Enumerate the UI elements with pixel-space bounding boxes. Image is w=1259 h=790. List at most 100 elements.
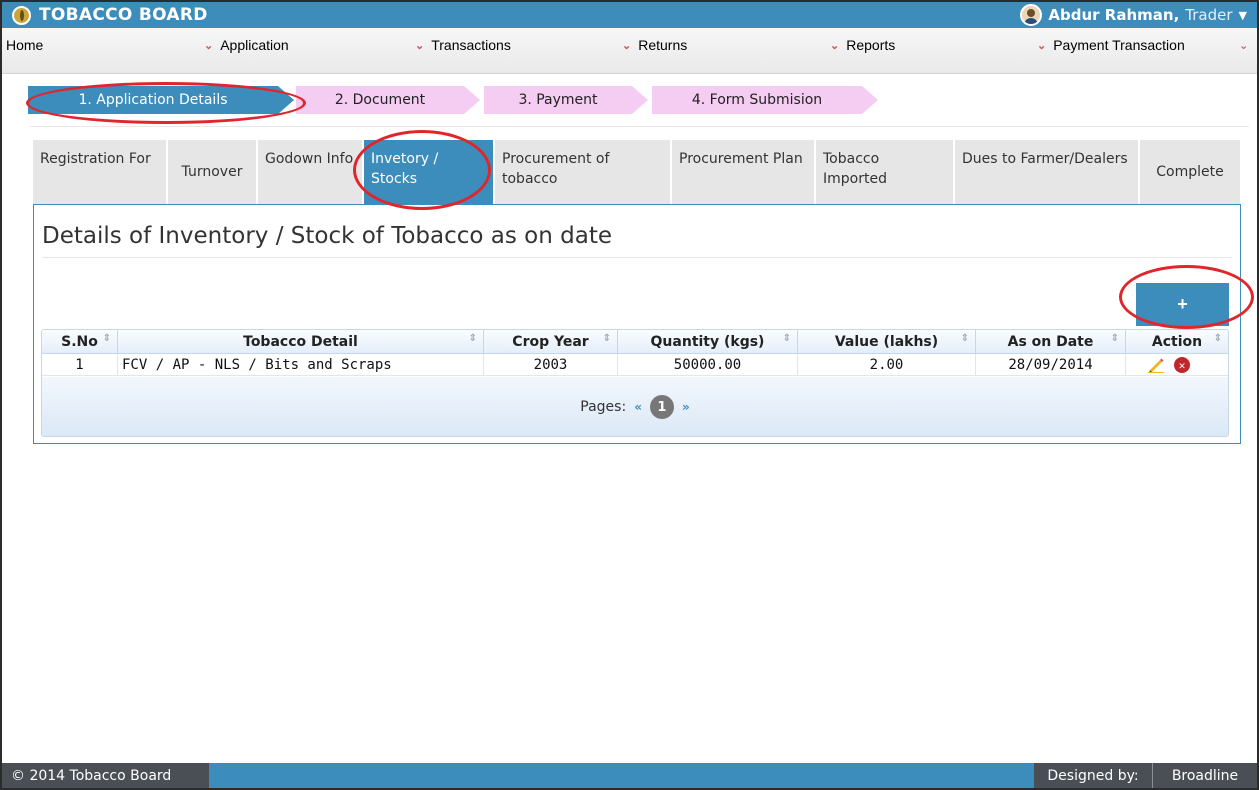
tab-label: Godown Info xyxy=(265,151,354,167)
tab-label: Complete xyxy=(1156,164,1224,180)
tab-turnover[interactable]: Turnover xyxy=(168,140,257,204)
column-header-crop-year[interactable]: Crop Year ⇕ xyxy=(484,330,618,354)
tab-tobacco-imported[interactable]: Tobacco Imported xyxy=(816,140,954,204)
chevron-down-icon: ⌄ xyxy=(1239,39,1249,52)
designed-by-label: Designed by: xyxy=(1034,763,1153,788)
tab-label: Turnover xyxy=(181,164,243,180)
user-menu[interactable]: Abdur Rahman, Trader ▼ xyxy=(1020,4,1247,26)
sort-icon: ⇕ xyxy=(782,333,791,344)
tab-procurement-of-tobacco[interactable]: Procurement of tobacco xyxy=(495,140,671,204)
inventory-table: S.No ⇕ Tobacco Detail ⇕ Crop Year ⇕ Quan… xyxy=(41,329,1229,437)
chevron-down-icon: ⌄ xyxy=(622,39,632,52)
menu-label: Application xyxy=(220,37,289,53)
cell-sno: 1 xyxy=(42,354,118,376)
step-form-submission[interactable]: 4. Form Submision xyxy=(652,86,862,114)
column-header-value[interactable]: Value (lakhs) ⇕ xyxy=(798,330,976,354)
tab-dues-to-farmer-dealers[interactable]: Dues to Farmer/Dealers xyxy=(955,140,1139,204)
menu-reports[interactable]: ⌄ Reports xyxy=(830,34,895,56)
step-arrow xyxy=(278,86,294,114)
pager-label: Pages: xyxy=(580,399,627,415)
menu-payment-transaction[interactable]: ⌄ Payment Transaction xyxy=(1037,34,1185,56)
tab-registration-for[interactable]: Registration For xyxy=(33,140,167,204)
step-label: 3. Payment xyxy=(518,92,598,108)
menu-label: Payment Transaction xyxy=(1053,37,1185,53)
tab-label: Procurement of tobacco xyxy=(502,151,610,187)
step-arrow xyxy=(464,86,480,114)
tab-label: Registration For xyxy=(40,151,151,167)
divider xyxy=(42,257,1232,258)
menu-application[interactable]: ⌄ Application xyxy=(204,34,289,56)
tab-label: Invetory / Stocks xyxy=(371,151,439,187)
cell-value: 2.00 xyxy=(798,354,976,376)
menu-returns[interactable]: ⌄ Returns xyxy=(622,34,687,56)
sort-icon: ⇕ xyxy=(602,333,611,344)
chevron-down-icon: ⌄ xyxy=(1037,39,1047,52)
column-header-action: Action ⇕ xyxy=(1151,333,1222,350)
column-header-as-on-date[interactable]: As on Date ⇕ xyxy=(976,330,1126,354)
menu-label: Reports xyxy=(846,37,896,53)
menu-label: Transactions xyxy=(431,37,511,53)
table-header: S.No ⇕ Tobacco Detail ⇕ Crop Year ⇕ Quan… xyxy=(42,330,1228,354)
cell-as-on-date: 28/09/2014 xyxy=(976,354,1126,376)
tab-label: Dues to Farmer/Dealers xyxy=(962,151,1128,167)
tab-label: Procurement Plan xyxy=(679,151,803,167)
menu-transactions[interactable]: ⌄ Transactions xyxy=(415,34,511,56)
user-avatar-icon xyxy=(1020,4,1043,26)
brand[interactable]: TOBACCO BOARD xyxy=(12,5,208,25)
wizard-steps: 1. Application Details 2. Document 3. Pa… xyxy=(14,86,1244,114)
step-payment[interactable]: 3. Payment xyxy=(484,86,632,114)
tab-godown-info[interactable]: Godown Info xyxy=(258,140,363,204)
menu-label: Home xyxy=(6,37,44,53)
sort-icon: ⇕ xyxy=(960,333,969,344)
designer-link[interactable]: Broadline xyxy=(1153,763,1257,788)
inventory-panel: Details of Inventory / Stock of Tobacco … xyxy=(33,204,1241,444)
next-page-icon[interactable]: » xyxy=(682,400,690,414)
column-header-tobacco-detail[interactable]: Tobacco Detail ⇕ xyxy=(118,330,484,354)
main-menu: Home ⌄ Application ⌄ Transactions ⌄ Retu… xyxy=(2,28,1257,74)
cell-crop-year: 2003 xyxy=(484,354,618,376)
step-application-details[interactable]: 1. Application Details xyxy=(28,86,278,114)
step-label: 2. Document xyxy=(334,92,426,108)
tab-procurement-plan[interactable]: Procurement Plan xyxy=(672,140,815,204)
chevron-down-icon: ⌄ xyxy=(204,39,214,52)
top-header: TOBACCO BOARD Abdur Rahman, Trader ▼ xyxy=(2,2,1257,28)
previous-page-icon[interactable]: « xyxy=(634,400,642,414)
cell-tobacco-detail: FCV / AP - NLS / Bits and Scraps xyxy=(118,354,484,376)
table-row: 1 FCV / AP - NLS / Bits and Scraps 2003 … xyxy=(42,354,1228,376)
add-inventory-button[interactable]: + xyxy=(1136,283,1229,326)
chevron-down-icon: ⌄ xyxy=(830,39,840,52)
delete-icon[interactable]: ✕ xyxy=(1174,357,1190,373)
chevron-down-icon: ⌄ xyxy=(415,39,425,52)
sort-icon: ⇕ xyxy=(1110,333,1119,344)
page-number-button[interactable]: 1 xyxy=(649,395,674,419)
tab-complete[interactable]: Complete xyxy=(1140,140,1241,204)
tobacco-leaf-logo-icon xyxy=(12,5,31,25)
divider xyxy=(30,126,1249,127)
sort-icon: ⇕ xyxy=(1213,333,1222,344)
menu-label: Returns xyxy=(638,37,688,53)
cell-quantity: 50000.00 xyxy=(618,354,798,376)
step-arrow xyxy=(632,86,648,114)
step-label: 4. Form Submision xyxy=(691,92,823,108)
footer: © 2014 Tobacco Board Designed by: Broadl… xyxy=(2,763,1257,788)
menu-home[interactable]: Home xyxy=(6,34,43,56)
copyright-text: © 2014 Tobacco Board xyxy=(2,763,209,788)
plus-icon: + xyxy=(1177,294,1188,314)
cell-action: ✕ xyxy=(1126,354,1228,376)
chevron-down-icon: ▼ xyxy=(1238,8,1247,22)
sort-icon: ⇕ xyxy=(468,333,477,344)
column-header-quantity[interactable]: Quantity (kgs) ⇕ xyxy=(618,330,798,354)
tab-inventory-stocks[interactable]: Invetory / Stocks xyxy=(364,140,494,204)
step-arrow xyxy=(862,86,878,114)
sort-icon: ⇕ xyxy=(102,333,111,344)
brand-title: TOBACCO BOARD xyxy=(39,5,208,25)
step-label: 1. Application Details xyxy=(78,92,228,108)
column-header-sno[interactable]: S.No ⇕ xyxy=(42,330,118,354)
application-tabs: Registration For Turnover Godown Info In… xyxy=(33,140,1241,204)
user-role: Trader xyxy=(1185,6,1233,24)
edit-pencil-icon[interactable] xyxy=(1147,357,1165,373)
step-document[interactable]: 2. Document xyxy=(296,86,464,114)
user-name: Abdur Rahman, xyxy=(1048,6,1180,24)
pagination: Pages: « 1 » xyxy=(42,377,1228,436)
tab-label: Tobacco Imported xyxy=(823,151,887,187)
